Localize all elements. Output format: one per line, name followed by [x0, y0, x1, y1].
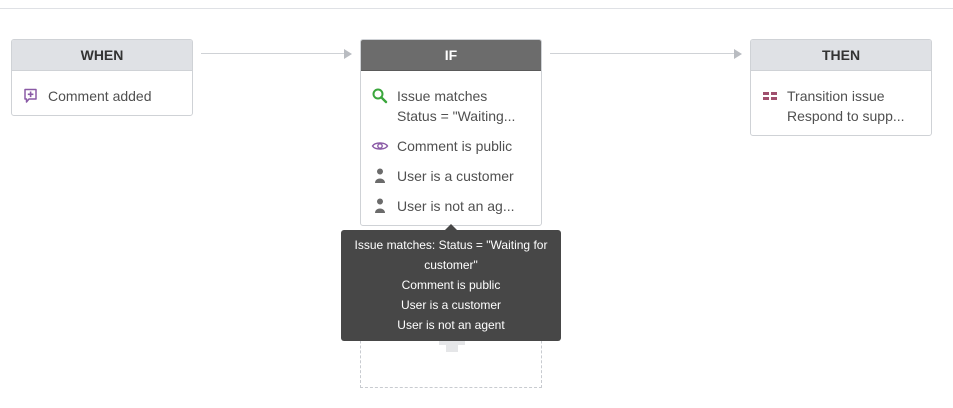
top-divider	[0, 8, 953, 9]
if-card[interactable]: IF Issue matches Status = "Waiting... Co…	[360, 39, 542, 226]
condition-comment-public[interactable]: Comment is public	[361, 136, 541, 156]
tooltip-line: Issue matches: Status = "Waiting for	[354, 238, 548, 252]
condition-label: User is a customer	[397, 168, 514, 184]
arrow-if-then	[734, 49, 742, 59]
eye-icon	[371, 137, 389, 155]
tooltip-line: User is a customer	[400, 298, 502, 312]
action-line1: Transition issue	[787, 88, 885, 104]
search-icon	[371, 87, 389, 105]
when-card[interactable]: WHEN Comment added	[11, 39, 193, 116]
user-icon	[371, 167, 389, 185]
tooltip-line: User is not an agent	[397, 318, 505, 332]
when-header: WHEN	[12, 40, 192, 71]
connector-when-if	[201, 53, 346, 54]
conditions-tooltip: Issue matches: Status = "Waiting for cus…	[341, 224, 561, 341]
condition-label: User is not an ag...	[397, 198, 515, 214]
action-line2: Respond to supp...	[787, 108, 905, 124]
comment-add-icon	[22, 87, 40, 105]
tooltip-line: customer"	[424, 258, 478, 272]
then-header: THEN	[751, 40, 931, 71]
action-transition-issue[interactable]: Transition issue Respond to supp...	[751, 86, 931, 126]
transition-icon	[761, 87, 779, 105]
condition-line2: Status = "Waiting...	[397, 108, 516, 124]
condition-user-not-agent[interactable]: User is not an ag...	[361, 196, 541, 216]
condition-user-customer[interactable]: User is a customer	[361, 166, 541, 186]
trigger-comment-added[interactable]: Comment added	[12, 86, 192, 106]
user-icon	[371, 197, 389, 215]
condition-issue-matches[interactable]: Issue matches Status = "Waiting...	[361, 86, 541, 126]
tooltip-line: Comment is public	[401, 278, 501, 292]
trigger-label: Comment added	[48, 88, 152, 104]
if-header: IF	[361, 40, 541, 71]
condition-line1: Issue matches	[397, 88, 488, 104]
condition-label: Comment is public	[397, 138, 513, 154]
connector-if-then	[550, 53, 736, 54]
then-card[interactable]: THEN Transition issue Respond to supp...	[750, 39, 932, 136]
arrow-when-if	[344, 49, 352, 59]
